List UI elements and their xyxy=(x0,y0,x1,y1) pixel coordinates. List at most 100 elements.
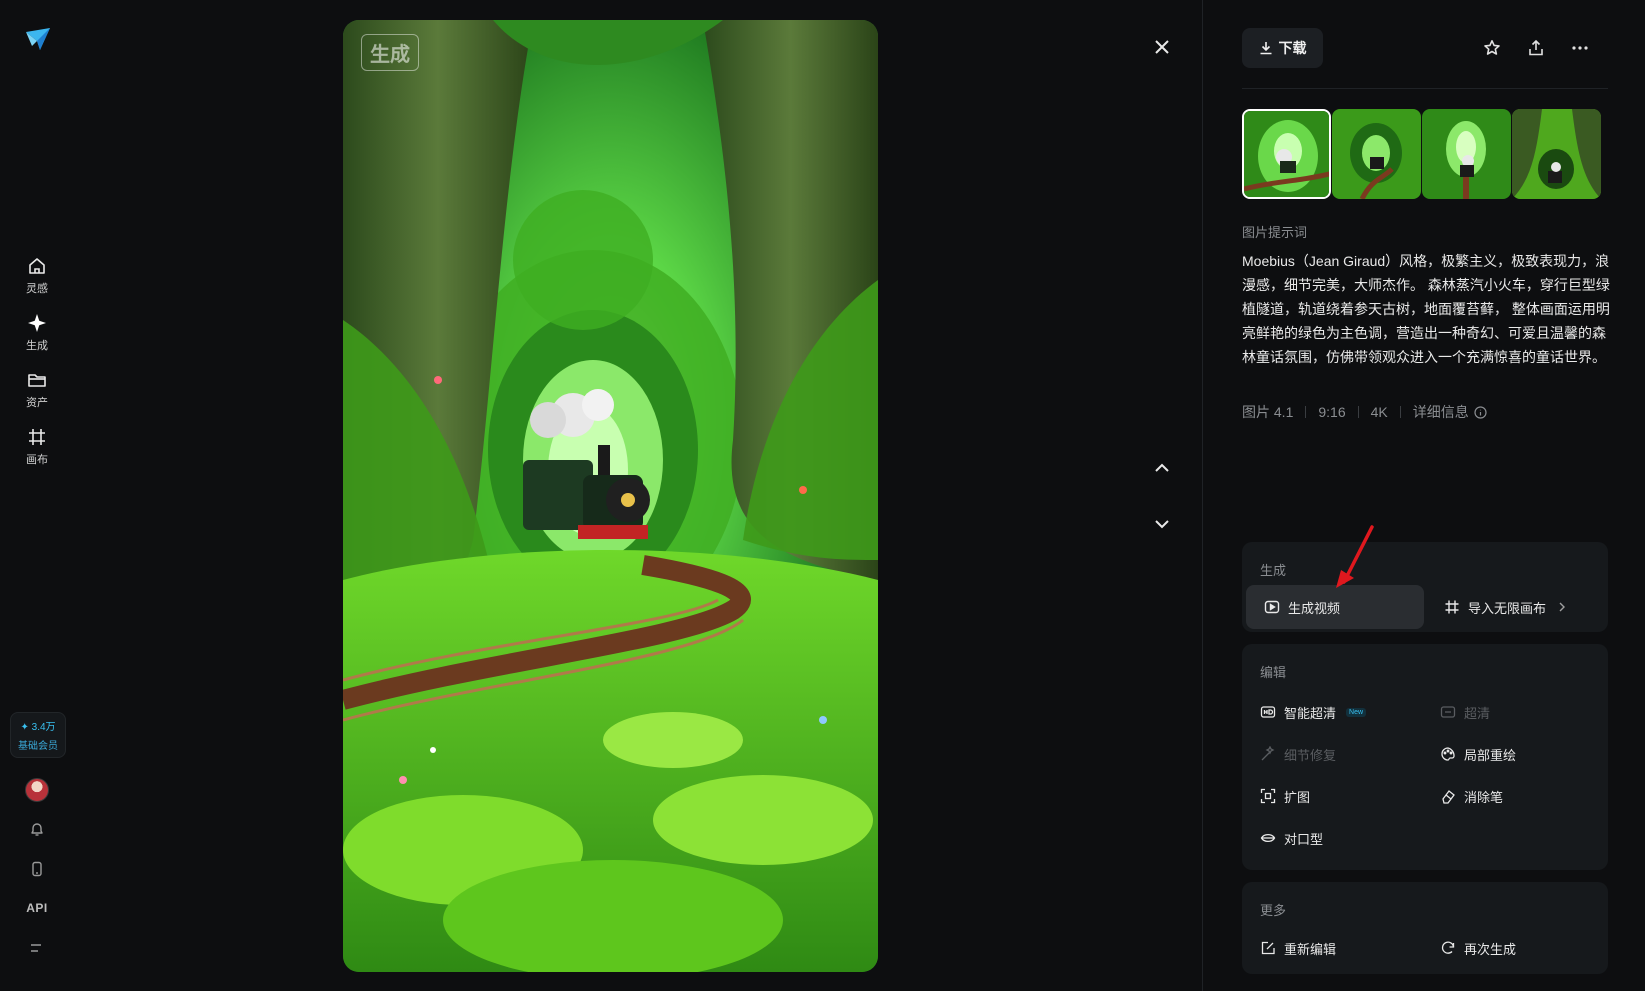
membership-label: 基础会员 xyxy=(18,741,58,752)
generated-watermark: 生成 xyxy=(361,34,419,71)
mobile-device-icon[interactable] xyxy=(24,856,50,882)
folder-icon xyxy=(28,374,46,387)
resolution: 4K xyxy=(1370,404,1388,420)
panel-toolbar: 下载 xyxy=(1242,28,1608,68)
sidebar-item-label: 画布 xyxy=(26,454,48,466)
prompt-label: 图片提示词 xyxy=(1242,225,1308,240)
sidebar-item-generate[interactable]: 生成 xyxy=(12,307,62,359)
eraser-icon xyxy=(1442,790,1455,804)
edit-card-title: 编辑 xyxy=(1260,665,1287,680)
credits-amount: ✦ 3.4万 xyxy=(20,722,56,733)
prompt-text: Moebius（Jean Giraud）风格，极繁主义，极致表现力，浪漫感，细节… xyxy=(1242,253,1610,365)
download-button[interactable]: 下载 xyxy=(1242,28,1323,68)
forest-train-illustration xyxy=(343,20,878,972)
close-button[interactable] xyxy=(1144,29,1180,65)
api-link[interactable]: API xyxy=(24,895,50,921)
details-label: 详细信息 xyxy=(1412,404,1469,420)
more-options-button[interactable] xyxy=(1564,32,1596,64)
lips-icon xyxy=(1260,833,1276,843)
canvas-grid-icon xyxy=(1445,600,1459,614)
download-label: 下载 xyxy=(1278,40,1307,56)
details-link[interactable]: 详细信息 xyxy=(1413,402,1487,422)
sidebar-item-canvas[interactable]: 画布 xyxy=(12,421,62,473)
previous-image-button[interactable] xyxy=(1144,450,1180,486)
upscale-button[interactable]: 超清 xyxy=(1422,690,1600,734)
generate-card-title: 生成 xyxy=(1260,563,1287,578)
lip-sync-button[interactable]: 对口型 xyxy=(1242,816,1420,860)
main-image[interactable]: 生成 xyxy=(343,20,878,972)
thumbnail-1[interactable] xyxy=(1242,109,1331,199)
sparkle-icon xyxy=(28,314,46,332)
star-icon xyxy=(1484,40,1500,55)
chevron-down-icon xyxy=(1155,520,1169,529)
import-canvas-button[interactable]: 导入无限画布 xyxy=(1426,585,1604,629)
inpaint-button[interactable]: 局部重绘 xyxy=(1422,732,1600,776)
api-label: API xyxy=(26,901,48,915)
hd-icon xyxy=(1260,706,1276,718)
app-logo-icon[interactable] xyxy=(24,26,52,54)
panel-divider xyxy=(1202,0,1203,991)
smart-upscale-label: 智能超清 xyxy=(1284,705,1337,721)
sidebar-item-label: 资产 xyxy=(26,397,48,409)
meta-divider xyxy=(1305,406,1307,418)
home-icon xyxy=(29,258,45,274)
avatar[interactable] xyxy=(25,778,49,802)
collapse-menu-icon[interactable] xyxy=(24,935,50,961)
canvas-grid-icon xyxy=(29,429,45,445)
eraser-button[interactable]: 消除笔 xyxy=(1422,774,1600,818)
meta-divider xyxy=(1399,406,1401,418)
hd-icon xyxy=(1440,706,1456,718)
new-badge: New xyxy=(1346,707,1367,717)
more-card: 更多 重新编辑 再次生成 xyxy=(1242,882,1608,974)
more-card-title: 更多 xyxy=(1260,903,1287,918)
import-canvas-label: 导入无限画布 xyxy=(1468,600,1547,616)
sidebar-item-label: 生成 xyxy=(26,340,48,352)
detail-repair-button[interactable]: 细节修复 xyxy=(1242,732,1420,776)
upscale-label: 超清 xyxy=(1464,705,1491,721)
refresh-icon xyxy=(1441,941,1455,954)
regenerate-label: 再次生成 xyxy=(1464,941,1517,957)
re-edit-button[interactable]: 重新编辑 xyxy=(1242,926,1420,970)
magic-wand-icon xyxy=(1261,746,1275,761)
regenerate-button[interactable]: 再次生成 xyxy=(1422,926,1600,970)
download-icon xyxy=(1260,42,1271,55)
sidebar-item-label: 灵感 xyxy=(26,283,48,295)
outpaint-label: 扩图 xyxy=(1284,789,1311,805)
expand-frame-icon xyxy=(1260,788,1276,804)
variation-thumbnails xyxy=(1242,109,1612,199)
generate-video-label: 生成视频 xyxy=(1288,600,1341,616)
thumbnail-2[interactable] xyxy=(1332,109,1421,199)
favorite-button[interactable] xyxy=(1476,32,1508,64)
play-box-icon xyxy=(1264,600,1280,614)
notification-bell-icon[interactable] xyxy=(24,816,50,842)
share-upload-icon xyxy=(1529,39,1543,56)
next-image-button[interactable] xyxy=(1144,506,1180,542)
edit-box-icon xyxy=(1261,941,1275,955)
re-edit-label: 重新编辑 xyxy=(1284,941,1337,957)
image-meta: 图片 4.1 9:16 4K 详细信息 xyxy=(1242,402,1487,422)
thumbnail-4[interactable] xyxy=(1512,109,1601,199)
generate-video-button[interactable]: 生成视频 xyxy=(1246,585,1424,629)
details-panel: 下载 图片提示词 Moebius（Jean Giraud）风格，极繁主义，极致表… xyxy=(1242,0,1610,991)
aspect-ratio: 9:16 xyxy=(1318,404,1346,420)
sidebar-item-inspiration[interactable]: 灵感 xyxy=(12,250,62,302)
share-button[interactable] xyxy=(1520,32,1552,64)
chevron-up-icon xyxy=(1155,463,1169,472)
lip-sync-label: 对口型 xyxy=(1284,831,1324,847)
smart-upscale-button[interactable]: 智能超清 New xyxy=(1242,690,1420,734)
outpaint-button[interactable]: 扩图 xyxy=(1242,774,1420,818)
close-icon xyxy=(1155,40,1169,54)
left-sidebar: 灵感 生成 资产 画布 ✦ 3.4万 基础会员 API xyxy=(0,0,72,991)
more-dots-icon xyxy=(1572,46,1588,50)
inpaint-label: 局部重绘 xyxy=(1464,747,1517,763)
brush-palette-icon xyxy=(1441,747,1455,761)
info-icon xyxy=(1474,405,1487,419)
credits-badge[interactable]: ✦ 3.4万 基础会员 xyxy=(10,712,66,758)
generate-card: 生成 生成视频 导入无限画布 xyxy=(1242,542,1608,632)
model-version: 图片 4.1 xyxy=(1242,404,1294,420)
thumbnail-3[interactable] xyxy=(1422,109,1511,199)
sidebar-item-assets[interactable]: 资产 xyxy=(12,364,62,416)
edit-card: 编辑 智能超清 New 超清 细节修复 局部重绘 扩图 消除笔 对口型 xyxy=(1242,644,1608,870)
detail-repair-label: 细节修复 xyxy=(1284,747,1337,763)
eraser-label: 消除笔 xyxy=(1464,789,1504,805)
